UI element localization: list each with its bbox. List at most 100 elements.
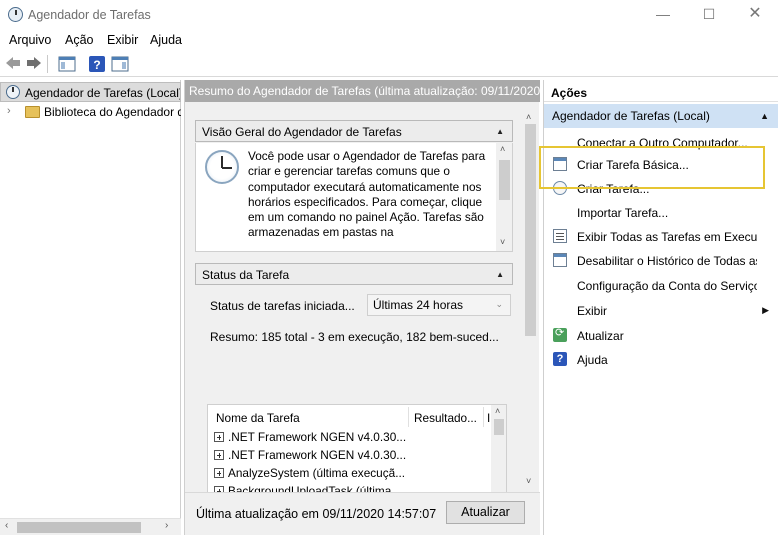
help-icon: ? [553,352,567,366]
expand-plus-icon[interactable] [214,450,224,460]
scroll-up-icon[interactable]: ˄ [495,406,500,416]
actions-group-label: Agendador de Tarefas (Local) [552,109,710,123]
task-name: .NET Framework NGEN v4.0.30... [228,430,407,444]
scroll-up-icon[interactable]: ˄ [500,144,505,154]
task-status-section-header[interactable]: Status da Tarefa ▲ [195,263,513,285]
action-refresh[interactable]: Atualizar [544,324,778,348]
scroll-down-icon[interactable]: ˅ [500,237,505,247]
show-hide-action-pane-icon[interactable] [111,55,129,73]
action-import-task[interactable]: Importar Tarefa... [544,201,778,225]
toolbar: ? [0,51,778,77]
overview-section-header[interactable]: Visão Geral do Agendador de Tarefas ▲ [195,120,513,142]
action-create-task[interactable]: Criar Tarefa... [544,177,778,201]
overview-scrollbar[interactable]: ˄ ˅ [496,143,512,251]
last-update-text: Última atualização em 09/11/2020 14:57:0… [196,507,437,521]
action-label: Atualizar [577,329,624,343]
action-service-account-config[interactable]: Configuração da Conta do Serviço AT [544,274,778,298]
task-scheduler-app-icon [8,7,23,22]
scroll-up-icon[interactable]: ˄ [526,112,531,122]
status-period-label: Status de tarefas iniciada... [210,299,355,313]
scrollbar-thumb[interactable] [17,522,141,533]
action-label: Exibir Todas as Tarefas em Execução [577,230,757,244]
scrollbar-thumb[interactable] [494,419,504,435]
action-label: Importar Tarefa... [577,206,669,220]
action-display-running-tasks[interactable]: Exibir Todas as Tarefas em Execução [544,225,778,249]
summary-header: Resumo do Agendador de Tarefas (última a… [185,80,540,102]
task-name: AnalyzeSystem (última execuçã... [228,466,406,480]
task-status-body: Status de tarefas iniciada... Últimas 24… [195,286,513,504]
status-period-value: Últimas 24 horas [373,298,464,312]
tree-horizontal-scrollbar[interactable]: ‹ › [0,518,181,535]
expand-chevron-icon[interactable]: › [7,105,11,117]
console-tree-panel: Agendador de Tarefas (Local) › Bibliotec… [0,80,181,535]
table-row[interactable]: AnalyzeSystem (última execuçã... [214,466,424,484]
overview-section: Visão Geral do Agendador de Tarefas ▲ Vo… [195,120,513,252]
show-hide-console-tree-icon[interactable] [58,55,76,73]
expand-plus-icon[interactable] [214,468,224,478]
status-summary: Resumo: 185 total - 3 em execução, 182 b… [210,330,499,344]
forward-arrow-icon[interactable] [26,56,42,70]
menu-acao[interactable]: Ação [65,33,94,47]
task-status-section: Status da Tarefa ▲ Status de tarefas ini… [195,263,513,504]
scroll-right-icon[interactable]: › [165,520,168,531]
title-bar: Agendador de Tarefas — ☐ ✕ [0,0,778,30]
table-row[interactable]: .NET Framework NGEN v4.0.30... [214,430,424,448]
tree-item-task-library[interactable]: › Biblioteca do Agendador de Tarefas [0,102,181,122]
tree-item-label: Agendador de Tarefas (Local) [25,86,181,100]
action-create-basic-task[interactable]: Criar Tarefa Básica... [544,153,778,177]
summary-vertical-scrollbar[interactable]: ˄ ˅ [522,104,539,494]
action-connect-computer[interactable]: Conectar a Outro Computador... [544,131,778,155]
column-divider[interactable] [483,407,484,427]
action-label: Configuração da Conta do Serviço AT [577,279,757,293]
clock-icon [6,85,20,99]
action-label: Exibir [577,304,608,318]
basic-task-icon [553,157,567,171]
svg-text:?: ? [93,58,100,72]
history-icon [553,253,567,267]
action-label: Ajuda [577,353,608,367]
tree-item-task-scheduler-local[interactable]: Agendador de Tarefas (Local) [0,82,181,102]
window-title: Agendador de Tarefas [28,8,151,22]
chevron-down-icon: ⌄ [495,299,503,309]
table-scrollbar[interactable]: ˄ [491,405,506,503]
scrollbar-thumb[interactable] [499,160,510,200]
action-label: Criar Tarefa... [577,182,650,196]
column-header-task-name[interactable]: Nome da Tarefa [216,411,300,425]
scroll-left-icon[interactable]: ‹ [5,520,8,531]
task-status-title: Status da Tarefa [202,268,290,282]
column-divider[interactable] [408,407,409,427]
submenu-arrow-icon: ▶ [762,305,769,315]
menu-exibir[interactable]: Exibir [107,33,138,47]
collapse-icon[interactable]: ▲ [496,127,504,136]
help-icon[interactable]: ? [88,55,106,73]
expand-plus-icon[interactable] [214,432,224,442]
scrollbar-thumb[interactable] [525,124,536,336]
tree-item-label: Biblioteca do Agendador de Tarefas [44,105,181,119]
collapse-icon[interactable]: ▲ [760,111,769,121]
close-button[interactable]: ✕ [732,0,778,30]
action-label: Criar Tarefa Básica... [577,158,689,172]
scroll-down-icon[interactable]: ˅ [526,476,531,486]
actions-title: Ações [544,80,778,102]
collapse-icon[interactable]: ▲ [496,270,504,279]
summary-footer: Última atualização em 09/11/2020 14:57:0… [185,492,540,535]
minimize-button[interactable]: — [640,0,686,30]
table-row[interactable]: .NET Framework NGEN v4.0.30... [214,448,424,466]
menu-ajuda[interactable]: Ajuda [150,33,182,47]
menu-arquivo[interactable]: Arquivo [9,33,51,47]
status-period-select[interactable]: Últimas 24 horas ⌄ [367,294,511,316]
overview-title: Visão Geral do Agendador de Tarefas [202,125,402,139]
refresh-button[interactable]: Atualizar [446,501,525,524]
folder-clock-icon [25,106,40,118]
refresh-icon [553,326,567,342]
action-view[interactable]: Exibir ▶ [544,299,778,323]
running-tasks-icon [553,229,567,243]
action-disable-history[interactable]: Desabilitar o Histórico de Todas as Tare… [544,249,778,273]
column-header-start[interactable]: I [487,411,490,425]
maximize-button[interactable]: ☐ [686,0,732,30]
column-header-result[interactable]: Resultado... [414,411,477,425]
actions-group-header[interactable]: Agendador de Tarefas (Local) ▲ [544,104,778,128]
back-arrow-icon[interactable] [5,56,21,70]
overview-description: Você pode usar o Agendador de Tarefas pa… [248,149,486,240]
action-help[interactable]: ? Ajuda [544,348,778,372]
